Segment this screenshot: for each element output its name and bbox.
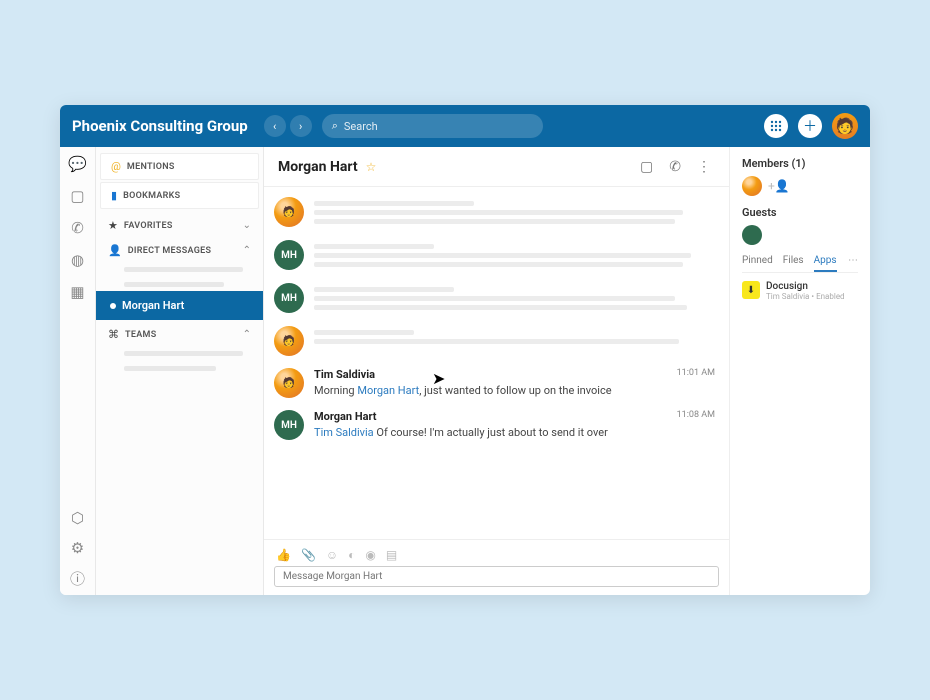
team-icon: ⌘ bbox=[108, 328, 119, 341]
more-button[interactable]: ⋮ bbox=[693, 159, 715, 175]
conversation-pane: Morgan Hart ☆ ▢ ✆ ⋮ 🧑 MH bbox=[264, 147, 730, 595]
member-avatar[interactable] bbox=[742, 176, 762, 196]
star-icon: ★ bbox=[108, 219, 118, 232]
favorite-star-icon[interactable]: ☆ bbox=[366, 160, 377, 174]
new-button[interactable]: ＋ bbox=[798, 114, 822, 138]
tab-pinned[interactable]: Pinned bbox=[742, 255, 773, 272]
conversation-title: Morgan Hart bbox=[278, 159, 358, 175]
sidebar-placeholder bbox=[124, 282, 224, 287]
sidebar-placeholder bbox=[124, 351, 243, 356]
chevron-up-icon: ⌃ bbox=[243, 245, 251, 256]
avatar: 🧑 bbox=[274, 368, 304, 398]
mention[interactable]: Morgan Hart bbox=[357, 384, 419, 397]
sidebar-mentions[interactable]: @ MENTIONS bbox=[100, 153, 259, 180]
at-icon: @ bbox=[111, 160, 121, 173]
sidebar-placeholder bbox=[124, 267, 243, 272]
message-time: 11:08 AM bbox=[677, 410, 715, 420]
chevron-up-icon: ⌃ bbox=[243, 329, 251, 340]
avatar: MH bbox=[274, 410, 304, 440]
dialpad-button[interactable] bbox=[764, 114, 788, 138]
sidebar: @ MENTIONS ▮ BOOKMARKS ★FAVORITES ⌄ 👤DIR… bbox=[96, 147, 264, 595]
nav-arrows: ‹ › bbox=[264, 115, 312, 137]
messages-rail-icon[interactable]: 💬 bbox=[69, 155, 87, 173]
tab-apps[interactable]: Apps bbox=[814, 255, 837, 272]
message-placeholder: MH bbox=[264, 234, 719, 277]
gif-icon[interactable]: ◐ bbox=[348, 548, 355, 562]
members-heading: Members (1) bbox=[742, 157, 858, 170]
video-rail-icon[interactable]: ▢ bbox=[69, 187, 87, 205]
profile-avatar[interactable]: 🧑 bbox=[832, 113, 858, 139]
app-sub: Tim Saldivia • Enabled bbox=[766, 292, 845, 301]
message-text: Tim Saldivia Of course! I'm actually jus… bbox=[314, 425, 715, 440]
icon-rail: 💬 ▢ ✆ ◍ ▦ ⬡ ⚙ ⓘ bbox=[60, 147, 96, 595]
search-icon: ⌕ bbox=[332, 119, 338, 133]
avatar: 🧑 bbox=[274, 197, 304, 227]
avatar: MH bbox=[274, 283, 304, 313]
message-text: Morning Morgan Hart, just wanted to foll… bbox=[314, 383, 715, 398]
message-list[interactable]: 🧑 MH MH 🧑 bbox=[264, 187, 729, 539]
message-placeholder: 🧑 bbox=[264, 191, 719, 234]
sidebar-dms-section[interactable]: 👤DIRECT MESSAGES ⌃ bbox=[96, 236, 263, 261]
record-icon[interactable]: ◉ bbox=[365, 548, 375, 562]
avatar: 🧑 bbox=[274, 326, 304, 356]
message-row[interactable]: 🧑 11:01 AM Tim Saldivia Morning Morgan H… bbox=[264, 362, 719, 404]
contacts-rail-icon[interactable]: ◍ bbox=[69, 251, 87, 269]
details-pane: Members (1) +👤 Guests Pinned Files Apps … bbox=[730, 147, 870, 595]
thumbs-up-icon[interactable]: 👍 bbox=[276, 548, 291, 562]
sidebar-favorites-section[interactable]: ★FAVORITES ⌄ bbox=[96, 211, 263, 236]
details-tabs: Pinned Files Apps ⋯ bbox=[742, 255, 858, 273]
composer-input[interactable] bbox=[283, 571, 710, 582]
add-member-button[interactable]: +👤 bbox=[768, 179, 790, 193]
workspace-title: Phoenix Consulting Group bbox=[72, 117, 248, 135]
conversation-header: Morgan Hart ☆ ▢ ✆ ⋮ bbox=[264, 147, 729, 187]
message-sender: Morgan Hart bbox=[314, 410, 715, 423]
docusign-icon: ⬇ bbox=[742, 281, 760, 299]
composer: 👍 📎 ☺ ◐ ◉ ▤ bbox=[264, 539, 729, 595]
sidebar-placeholder bbox=[124, 366, 216, 371]
attach-icon[interactable]: 📎 bbox=[301, 548, 316, 562]
settings-rail-icon[interactable]: ⚙ bbox=[69, 539, 87, 557]
message-placeholder: 🧑 bbox=[264, 320, 719, 362]
help-rail-icon[interactable]: ⓘ bbox=[69, 569, 87, 587]
message-time: 11:01 AM bbox=[677, 368, 715, 378]
search-box[interactable]: ⌕ bbox=[322, 114, 543, 138]
chevron-down-icon: ⌄ bbox=[243, 220, 251, 231]
nav-forward-button[interactable]: › bbox=[290, 115, 312, 137]
search-input[interactable] bbox=[344, 120, 533, 133]
guest-avatar[interactable] bbox=[742, 225, 762, 245]
app-window: Phoenix Consulting Group ‹ › ⌕ ＋ 🧑 💬 ▢ ✆… bbox=[60, 105, 870, 595]
tab-files[interactable]: Files bbox=[783, 255, 804, 272]
avatar: MH bbox=[274, 240, 304, 270]
app-name: Docusign bbox=[766, 281, 845, 292]
person-icon: 👤 bbox=[108, 244, 122, 257]
sidebar-active-dm-label: Morgan Hart bbox=[122, 299, 184, 312]
mention[interactable]: Tim Saldivia bbox=[314, 426, 374, 439]
message-placeholder: MH bbox=[264, 277, 719, 320]
presence-dot-icon bbox=[110, 303, 116, 309]
phone-rail-icon[interactable]: ✆ bbox=[69, 219, 87, 237]
guests-heading: Guests bbox=[742, 206, 858, 219]
emoji-icon[interactable]: ☺ bbox=[326, 548, 338, 562]
top-bar: Phoenix Consulting Group ‹ › ⌕ ＋ 🧑 bbox=[60, 105, 870, 147]
nav-back-button[interactable]: ‹ bbox=[264, 115, 286, 137]
video-call-button[interactable]: ▢ bbox=[636, 159, 657, 175]
audio-call-button[interactable]: ✆ bbox=[665, 159, 685, 175]
bookmark-icon: ▮ bbox=[111, 189, 117, 202]
extension-rail-icon[interactable]: ⬡ bbox=[69, 509, 87, 527]
apps-rail-icon[interactable]: ▦ bbox=[69, 283, 87, 301]
tabs-more-button[interactable]: ⋯ bbox=[848, 255, 858, 272]
sidebar-bookmarks[interactable]: ▮ BOOKMARKS bbox=[100, 182, 259, 209]
note-icon[interactable]: ▤ bbox=[386, 548, 397, 562]
composer-input-wrap[interactable] bbox=[274, 566, 719, 587]
sidebar-teams-section[interactable]: ⌘TEAMS ⌃ bbox=[96, 320, 263, 345]
message-sender: Tim Saldivia bbox=[314, 368, 715, 381]
sidebar-active-dm[interactable]: Morgan Hart bbox=[96, 291, 263, 320]
app-list-item[interactable]: ⬇ Docusign Tim Saldivia • Enabled bbox=[742, 281, 858, 301]
message-row[interactable]: MH 11:08 AM Morgan Hart Tim Saldivia Of … bbox=[264, 404, 719, 446]
